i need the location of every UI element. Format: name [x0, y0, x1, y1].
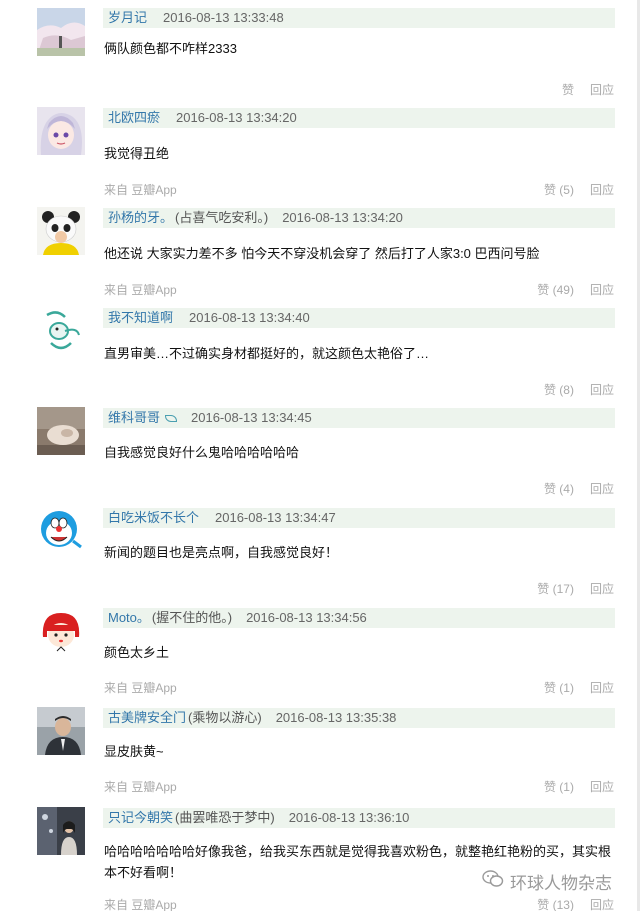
comment-text: 俩队颜色都不咋样2333 — [104, 41, 237, 56]
comment-text: 我觉得丑绝 — [104, 146, 170, 161]
like-button[interactable]: 赞 (1) — [544, 681, 574, 695]
comment-time: 2016-08-13 13:36:10 — [288, 810, 410, 825]
comment-item: 只记今朝笑 (曲罢唯恐于梦中) 2016-08-13 13:36:10 哈哈哈哈哈哈… — [0, 799, 640, 911]
like-button[interactable]: 赞 — [562, 83, 574, 97]
comment-actions: 赞 (5) 回应 — [544, 181, 614, 198]
comment-time: 2016-08-13 13:34:20 — [282, 210, 403, 225]
avatar[interactable] — [37, 607, 85, 655]
reply-button[interactable]: 回应 — [590, 283, 614, 297]
comment-actions: 赞 (17) 回应 — [537, 580, 614, 597]
comment-item: 孙杨的牙。 (占喜气吃安利。) 2016-08-13 13:34:20 他还说 大家… — [0, 199, 640, 299]
comment-source: 来自 豆瓣App — [104, 898, 177, 911]
reply-button[interactable]: 回应 — [590, 898, 614, 911]
comment-item: 岁月记 2016-08-13 13:33:48 俩队颜色都不咋样2333 赞 回应 — [0, 0, 640, 99]
leaf-icon — [165, 415, 178, 422]
comment-text: 显皮肤黄~ — [104, 744, 164, 759]
like-button[interactable]: 赞 (1) — [544, 780, 574, 794]
comment-item: 白吃米饭不长个 2016-08-13 13:34:47 新闻的题目也是亮点啊，自我… — [0, 499, 640, 599]
avatar[interactable] — [37, 807, 85, 855]
avatar[interactable] — [37, 107, 85, 155]
avatar[interactable] — [37, 707, 85, 755]
watermark: 环球人物杂志 — [478, 869, 616, 894]
comment-item: 北欧四瘀 2016-08-13 13:34:20 我觉得丑绝 来自 豆瓣App 赞… — [0, 99, 640, 199]
comment-header: 维科哥哥 2016-08-13 13:34:45 — [103, 408, 615, 428]
comment-item: 古美牌安全门 (乘物以游心) 2016-08-13 13:35:38 显皮肤黄~ 来… — [0, 699, 640, 799]
username-link[interactable]: 白吃米饭不长个 — [108, 510, 199, 525]
comment-text: 他还说 大家实力差不多 怕今天不穿没机会穿了 然后打了人家3:0 巴西问号脸 — [104, 246, 540, 261]
reply-button[interactable]: 回应 — [590, 383, 614, 397]
wechat-icon — [482, 870, 510, 893]
reply-button[interactable]: 回应 — [590, 183, 614, 197]
username-link[interactable]: 维科哥哥 — [108, 410, 160, 425]
comment-text: 自我感觉良好什么鬼哈哈哈哈哈哈 — [104, 445, 300, 460]
comment-actions: 赞 回应 — [562, 81, 614, 98]
comment-item: 维科哥哥 2016-08-13 13:34:45 自我感觉良好什么鬼哈哈哈哈哈哈 … — [0, 399, 640, 499]
comment-source: 来自 豆瓣App — [104, 283, 177, 297]
comment-time: 2016-08-13 13:34:20 — [176, 110, 297, 125]
comment-source: 来自 豆瓣App — [104, 780, 177, 794]
comment-time: 2016-08-13 13:34:56 — [246, 610, 367, 625]
comment-header: 我不知道啊 2016-08-13 13:34:40 — [103, 308, 615, 328]
reply-button[interactable]: 回应 — [590, 83, 614, 97]
like-button[interactable]: 赞 (13) — [537, 898, 574, 911]
comment-actions: 赞 (4) 回应 — [544, 480, 614, 497]
like-button[interactable]: 赞 (49) — [537, 283, 574, 297]
username-link[interactable]: 孙杨的牙。 — [108, 210, 173, 225]
like-button[interactable]: 赞 (17) — [537, 582, 574, 596]
comment-source: 来自 豆瓣App — [104, 183, 177, 197]
comment-actions: 赞 (49) 回应 — [537, 281, 614, 298]
comment-actions: 赞 (13) 回应 — [537, 896, 614, 911]
comment-header: 孙杨的牙。 (占喜气吃安利。) 2016-08-13 13:34:20 — [103, 208, 615, 228]
username-link[interactable]: Moto。 — [108, 610, 150, 625]
username-link[interactable]: 岁月记 — [108, 10, 147, 25]
reply-button[interactable]: 回应 — [590, 482, 614, 496]
avatar[interactable] — [37, 407, 85, 455]
user-signature: (曲罢唯恐于梦中) — [175, 810, 275, 825]
avatar[interactable] — [37, 307, 85, 355]
comment-header: 只记今朝笑 (曲罢唯恐于梦中) 2016-08-13 13:36:10 — [103, 808, 615, 828]
comment-time: 2016-08-13 13:34:47 — [215, 510, 336, 525]
comment-header: 白吃米饭不长个 2016-08-13 13:34:47 — [103, 508, 615, 528]
username-link[interactable]: 古美牌安全门 — [108, 710, 186, 725]
reply-button[interactable]: 回应 — [590, 582, 614, 596]
avatar[interactable] — [37, 507, 85, 555]
user-signature: (乘物以游心) — [188, 710, 262, 725]
comment-text: 新闻的题目也是亮点啊，自我感觉良好！ — [104, 545, 339, 560]
comment-time: 2016-08-13 13:35:38 — [275, 710, 397, 725]
like-button[interactable]: 赞 (5) — [544, 183, 574, 197]
comment-header: 古美牌安全门 (乘物以游心) 2016-08-13 13:35:38 — [103, 708, 615, 728]
comment-time: 2016-08-13 13:34:40 — [189, 310, 310, 325]
username-link[interactable]: 只记今朝笑 — [108, 810, 173, 825]
comment-actions: 赞 (1) 回应 — [544, 679, 614, 696]
comment-item: Moto。 (握不住的他。) 2016-08-13 13:34:56 颜色太乡土 来… — [0, 599, 640, 699]
watermark-text: 环球人物杂志 — [510, 874, 612, 893]
like-button[interactable]: 赞 (4) — [544, 482, 574, 496]
avatar[interactable] — [37, 8, 85, 56]
comment-item: 我不知道啊 2016-08-13 13:34:40 直男审美…不过确实身材都挺好的… — [0, 299, 640, 399]
username-link[interactable]: 北欧四瘀 — [108, 110, 160, 125]
comment-header: Moto。 (握不住的他。) 2016-08-13 13:34:56 — [103, 608, 615, 628]
comment-source: 来自 豆瓣App — [104, 681, 177, 695]
reply-button[interactable]: 回应 — [590, 780, 614, 794]
reply-button[interactable]: 回应 — [590, 681, 614, 695]
user-signature: (占喜气吃安利。) — [175, 210, 269, 225]
comment-time: 2016-08-13 13:34:45 — [191, 410, 312, 425]
comment-text: 颜色太乡土 — [104, 645, 170, 660]
comment-time: 2016-08-13 13:33:48 — [163, 10, 284, 25]
comment-header: 岁月记 2016-08-13 13:33:48 — [103, 8, 615, 28]
avatar[interactable] — [37, 207, 85, 255]
comment-actions: 赞 (8) 回应 — [544, 381, 614, 398]
like-button[interactable]: 赞 (8) — [544, 383, 574, 397]
comment-text: 直男审美…不过确实身材都挺好的，就这颜色太艳俗了… — [104, 346, 430, 361]
username-link[interactable]: 我不知道啊 — [108, 310, 173, 325]
comment-actions: 赞 (1) 回应 — [544, 778, 614, 795]
user-signature: (握不住的他。) — [151, 610, 233, 625]
comment-header: 北欧四瘀 2016-08-13 13:34:20 — [103, 108, 615, 128]
